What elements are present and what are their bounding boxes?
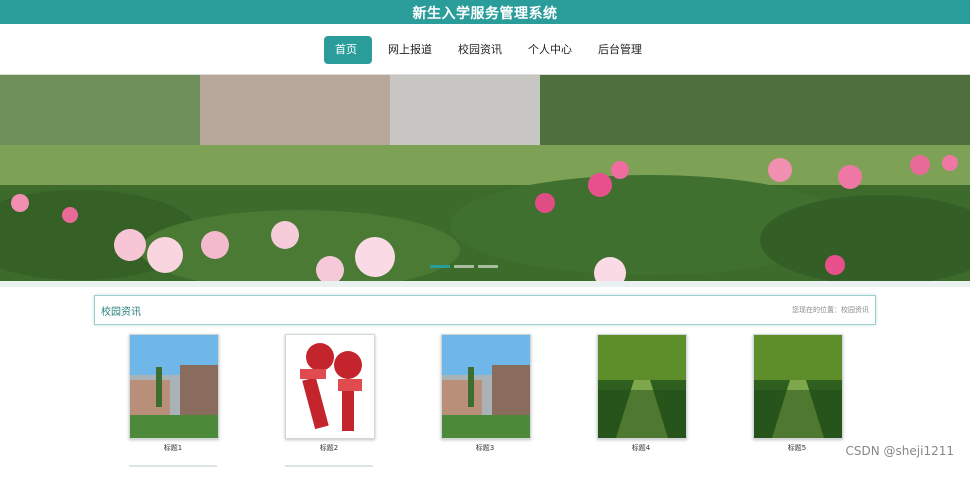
news-card-image[interactable] bbox=[441, 334, 531, 439]
news-grid: 标题1 标题2 标题3 标题4 标题5 bbox=[0, 334, 970, 468]
news-card-image[interactable] bbox=[597, 334, 687, 439]
banner-image bbox=[0, 75, 970, 281]
carousel-indicators bbox=[430, 265, 530, 271]
section-title: 校园资讯 bbox=[101, 307, 141, 318]
nav-online-registration[interactable]: 网上报道 bbox=[378, 36, 442, 64]
news-card-image[interactable] bbox=[753, 334, 843, 439]
news-card-caption[interactable]: 标题1 bbox=[129, 443, 217, 453]
nav-personal-center[interactable]: 个人中心 bbox=[518, 36, 582, 64]
news-card[interactable]: 标题1 bbox=[129, 334, 219, 453]
nav-campus-news[interactable]: 校园资讯 bbox=[448, 36, 512, 64]
news-section-header: 校园资讯 您现在的位置：校园资讯 bbox=[94, 295, 876, 325]
banner-carousel[interactable] bbox=[0, 75, 970, 281]
breadcrumb: 您现在的位置：校园资讯 bbox=[792, 306, 869, 314]
nav-admin[interactable]: 后台管理 bbox=[588, 36, 652, 64]
news-card-image[interactable] bbox=[129, 334, 219, 439]
site-title: 新生入学服务管理系统 bbox=[412, 6, 558, 22]
news-card-caption[interactable]: 标题2 bbox=[285, 443, 373, 453]
news-card-caption[interactable]: 标题5 bbox=[753, 443, 841, 453]
news-card[interactable]: 标题5 bbox=[753, 334, 843, 453]
next-row-card-edge bbox=[285, 465, 373, 477]
top-bar: 新生入学服务管理系统 bbox=[0, 0, 970, 24]
next-row-card-edge bbox=[129, 465, 217, 477]
carousel-dot-2[interactable] bbox=[454, 265, 474, 268]
nav-home[interactable]: 首页 bbox=[324, 36, 372, 64]
news-card-image[interactable] bbox=[285, 334, 375, 439]
watermark: CSDN @sheji1211 bbox=[843, 444, 956, 458]
main-nav: 首页 网上报道 校园资讯 个人中心 后台管理 bbox=[0, 24, 970, 75]
news-card-caption[interactable]: 标题3 bbox=[441, 443, 529, 453]
news-card[interactable]: 标题3 bbox=[441, 334, 531, 453]
carousel-dot-3[interactable] bbox=[478, 265, 498, 268]
news-card[interactable]: 标题4 bbox=[597, 334, 687, 453]
carousel-dot-1[interactable] bbox=[430, 265, 450, 268]
divider-strip bbox=[0, 281, 970, 287]
news-card-caption[interactable]: 标题4 bbox=[597, 443, 685, 453]
news-card[interactable]: 标题2 bbox=[285, 334, 375, 453]
